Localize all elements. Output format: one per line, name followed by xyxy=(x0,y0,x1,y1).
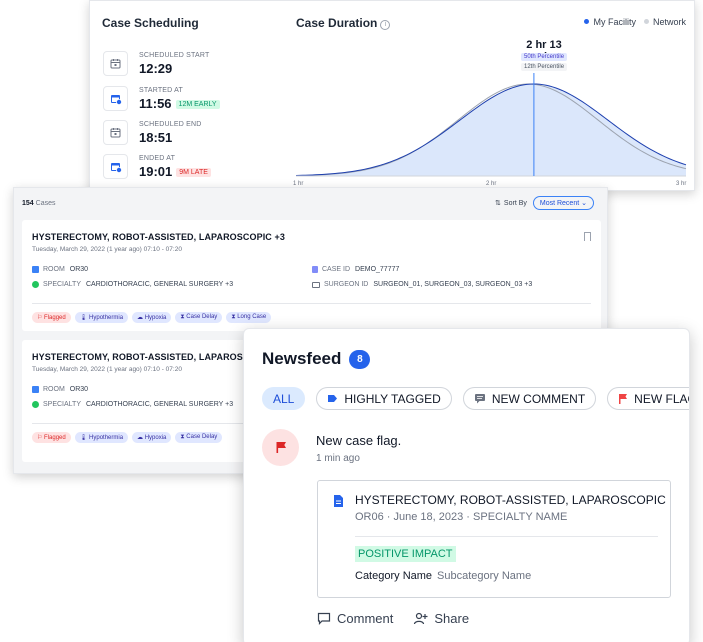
document-icon xyxy=(312,266,318,273)
divider xyxy=(355,536,658,537)
percentile-12-badge: 12th Percentile xyxy=(521,63,568,71)
flag-icon xyxy=(619,394,628,404)
case-title[interactable]: HYSTERECTOMY, ROBOT-ASSISTED, LAPAROSCOP… xyxy=(32,232,285,242)
newsfeed-panel: Newsfeed 8 ALL HIGHLY TAGGED NEW COMMENT… xyxy=(243,328,690,642)
id-card-icon xyxy=(312,281,320,288)
tag-hypothermia[interactable]: 🌡 Hypothermia xyxy=(74,432,129,443)
specialty-icon xyxy=(32,281,39,288)
sort-icon: ⇅ xyxy=(495,200,501,207)
tag-list: ⚐ Flagged 🌡 Hypothermia ☁ Hypoxia ⧗ Case… xyxy=(32,312,272,323)
filter-highly-tagged-button[interactable]: HIGHLY TAGGED xyxy=(316,387,452,410)
tag-case-delay[interactable]: ⧗ Case Delay xyxy=(175,312,223,323)
filter-new-comment-button[interactable]: NEW COMMENT xyxy=(462,387,597,410)
bookmark-icon[interactable] xyxy=(584,232,591,241)
notification-title: New case flag. xyxy=(316,433,402,448)
divider xyxy=(32,303,591,304)
impact-badge: POSITIVE IMPACT xyxy=(355,546,456,562)
comment-button[interactable]: Comment xyxy=(317,611,393,626)
notification-time: 1 min ago xyxy=(316,453,360,464)
case-preview-card[interactable]: HYSTERECTOMY, ROBOT-ASSISTED, LAPAROSCOP… xyxy=(317,480,671,598)
newsfeed-title: Newsfeed 8 xyxy=(262,349,371,369)
filter-bar: ALL HIGHLY TAGGED NEW COMMENT NEW FLAG xyxy=(262,387,689,410)
tag-long-case[interactable]: ⧗ Long Case xyxy=(226,312,272,323)
case-date: Tuesday, March 29, 2022 (1 year ago) 07:… xyxy=(32,246,182,253)
flag-icon xyxy=(262,429,299,466)
filter-all-button[interactable]: ALL xyxy=(262,387,306,410)
tag-flagged[interactable]: ⚐ Flagged xyxy=(32,432,71,443)
room-icon xyxy=(32,386,39,393)
category-line: Category Name Subcategory Name xyxy=(355,570,532,582)
case-card[interactable]: HYSTERECTOMY, ROBOT-ASSISTED, LAPAROSCOP… xyxy=(22,220,601,331)
surgeon-meta: SURGEON ID SURGEON_01, SURGEON_03, SURGEO… xyxy=(312,281,532,288)
tag-case-delay[interactable]: ⧗ Case Delay xyxy=(175,432,223,443)
add-user-icon xyxy=(414,612,428,625)
specialty-icon xyxy=(32,401,39,408)
room-meta: ROOM OR30 xyxy=(32,266,88,273)
case-date: Tuesday, March 29, 2022 (1 year ago) 07:… xyxy=(32,366,182,373)
sort-dropdown[interactable]: Most Recent ⌄ xyxy=(532,196,594,210)
comment-icon xyxy=(474,394,485,404)
filter-new-flag-button[interactable]: NEW FLAG xyxy=(607,387,689,410)
duration-chart[interactable] xyxy=(90,1,695,191)
case-preview-title[interactable]: HYSTERECTOMY, ROBOT-ASSISTED, LAPAROSCOP… xyxy=(355,493,666,507)
tag-list: ⚐ Flagged 🌡 Hypothermia ☁ Hypoxia ⧗ Case… xyxy=(32,432,223,443)
newsfeed-count-badge: 8 xyxy=(349,349,371,369)
case-id-meta: CASE ID DEMO_77777 xyxy=(312,266,399,273)
document-icon xyxy=(333,494,344,513)
tag-icon xyxy=(328,395,338,402)
chevron-down-icon: ⌄ xyxy=(581,200,587,207)
x-tick-label: 3 hr xyxy=(676,181,687,187)
room-meta: ROOM OR30 xyxy=(32,386,88,393)
tag-hypoxia[interactable]: ☁ Hypoxia xyxy=(132,432,172,443)
room-icon xyxy=(32,266,39,273)
specialty-meta: SPECIALTY CARDIOTHORACIC, GENERAL SURGERY… xyxy=(32,281,233,288)
comment-icon xyxy=(317,612,331,625)
sort-label: Sort By xyxy=(503,199,527,207)
case-preview-subtitle: OR06 · June 18, 2023 · SPECIALTY NAME xyxy=(355,511,568,523)
percentile-50-badge: 50th Percentile xyxy=(521,53,568,61)
action-bar: Comment Share xyxy=(317,611,469,626)
case-summary-card: Case Scheduling Case Duration i My Facili… xyxy=(89,0,695,191)
tag-flagged[interactable]: ⚐ Flagged xyxy=(32,312,71,323)
tag-hypoxia[interactable]: ☁ Hypoxia xyxy=(132,312,172,323)
share-button[interactable]: Share xyxy=(413,611,469,626)
sort-control: ⇅ Sort By Most Recent ⌄ xyxy=(495,196,594,210)
case-count: 154 Cases xyxy=(22,200,56,207)
specialty-meta: SPECIALTY CARDIOTHORACIC, GENERAL SURGERY… xyxy=(32,401,233,408)
case-title[interactable]: HYSTERECTOMY, ROBOT-ASSISTED, LAPAROS xyxy=(32,352,243,362)
tag-hypothermia[interactable]: 🌡 Hypothermia xyxy=(74,312,129,323)
